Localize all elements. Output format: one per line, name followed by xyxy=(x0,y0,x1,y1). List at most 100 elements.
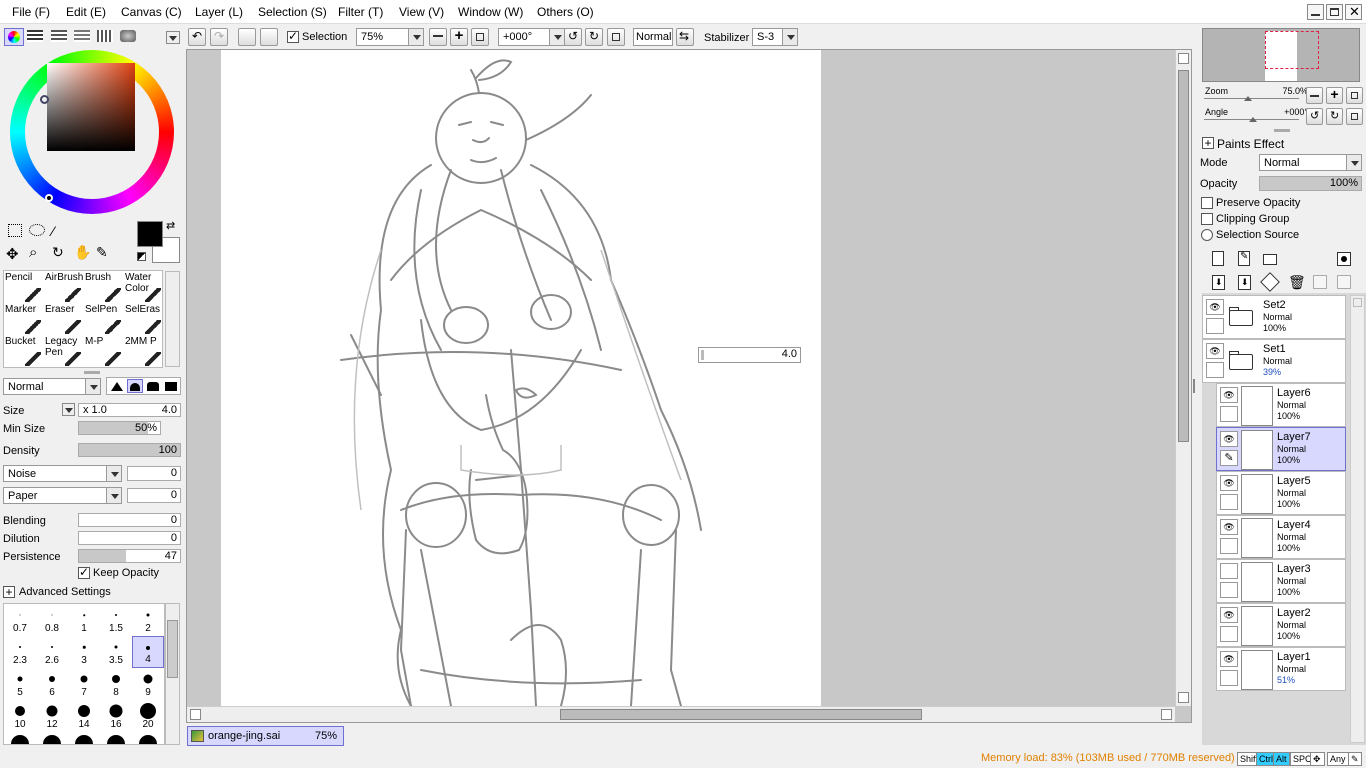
noise-texture-select[interactable]: Noise xyxy=(3,465,122,482)
flip-horizontal-button[interactable]: ⇆ xyxy=(676,28,694,46)
swap-colors-icon[interactable]: ⇄ xyxy=(166,219,175,232)
rgb-slider-mode-button[interactable] xyxy=(27,30,43,42)
color-wheel[interactable] xyxy=(10,50,174,214)
canvas-viewport[interactable]: 4.0 xyxy=(186,49,1192,723)
visibility-eye-icon[interactable]: 👁 xyxy=(1206,343,1224,359)
lasso-tool[interactable] xyxy=(29,224,45,236)
layer-blend-mode-select[interactable]: Normal xyxy=(1259,154,1362,171)
menu-filter[interactable]: Filter (T) xyxy=(338,5,383,19)
brush-size-preset[interactable] xyxy=(132,732,164,744)
nav-angle-slider[interactable] xyxy=(1204,117,1299,122)
delete-layer-icon[interactable]: 🗑 xyxy=(1288,274,1306,291)
brush-size-scrollbar[interactable] xyxy=(165,603,180,745)
visibility-eye-icon[interactable]: 👁 xyxy=(1220,387,1238,403)
layer-lock-toggle[interactable] xyxy=(1220,626,1238,642)
tool-airbrush[interactable]: AirBrush xyxy=(45,272,85,304)
navigator-viewport-rect[interactable] xyxy=(1265,31,1319,69)
scratchpad-mode-button[interactable] xyxy=(97,30,113,42)
size-slider[interactable]: x 1.0 4.0 xyxy=(78,403,181,417)
visibility-eye-icon[interactable]: 👁 xyxy=(1206,299,1224,315)
brush-size-preset[interactable]: 3.5 xyxy=(100,636,132,668)
hue-marker[interactable] xyxy=(40,95,49,104)
menu-file[interactable]: File (F) xyxy=(12,5,50,19)
deselect-button[interactable] xyxy=(238,28,256,46)
close-button[interactable]: ✕ xyxy=(1345,4,1362,20)
canvas-horizontal-scrollbar[interactable] xyxy=(187,706,1175,722)
tool-seleras[interactable]: SelEras xyxy=(125,304,165,336)
layer-folder[interactable]: 👁 Set1 Normal 39% xyxy=(1202,339,1346,383)
tool-m-p[interactable]: M-P xyxy=(85,336,125,368)
brush-size-preset[interactable]: 0.7 xyxy=(4,604,36,636)
minimize-button[interactable] xyxy=(1307,4,1324,20)
paints-effect-expand-icon[interactable]: + xyxy=(1202,137,1214,149)
layer-lock-toggle[interactable] xyxy=(1220,406,1238,422)
brush-size-preset[interactable] xyxy=(68,732,100,744)
magic-wand-tool[interactable]: ⁄ xyxy=(52,223,54,239)
color-wheel-mode-button[interactable] xyxy=(4,28,24,46)
brush-size-preset[interactable]: 14 xyxy=(68,700,100,732)
brush-size-preset[interactable] xyxy=(4,732,36,744)
brush-size-preset[interactable]: 5 xyxy=(4,668,36,700)
brush-size-preset[interactable]: 2 xyxy=(132,604,164,636)
undo-button[interactable]: ↶ xyxy=(188,28,206,46)
brush-shape-sharp-icon[interactable] xyxy=(111,382,123,391)
keep-opacity-checkbox[interactable] xyxy=(78,565,90,579)
canvas-vertical-scrollbar[interactable] xyxy=(1175,50,1191,706)
visibility-eye-icon[interactable]: 👁 xyxy=(1220,519,1238,535)
layer-item[interactable]: Layer3 Normal 100% xyxy=(1216,559,1346,603)
brush-blend-mode-select[interactable]: Normal xyxy=(3,378,101,395)
layer-item[interactable]: 👁 Layer2 Normal 100% xyxy=(1216,603,1346,647)
nav-rotate-left-button[interactable]: ↺ xyxy=(1306,108,1323,125)
visibility-eye-icon[interactable]: 👁 xyxy=(1220,431,1238,447)
tool-brush[interactable]: Brush xyxy=(85,272,125,304)
visibility-eye-icon[interactable] xyxy=(1220,563,1238,579)
min-size-slider[interactable]: 50% xyxy=(78,421,161,435)
brush-size-preset[interactable]: 1.5 xyxy=(100,604,132,636)
canvas-vertical-scroll-thumb[interactable] xyxy=(1178,70,1189,442)
zoom-out-button[interactable] xyxy=(429,28,447,46)
new-linework-layer-icon[interactable]: ✎ xyxy=(1238,251,1250,266)
user-color-mode-button[interactable] xyxy=(120,30,136,42)
nav-splitter[interactable] xyxy=(1274,129,1290,132)
paper-strength-field[interactable]: 0 xyxy=(127,488,181,503)
tool-selpen[interactable]: SelPen xyxy=(85,304,125,336)
brush-size-preset[interactable]: 2.3 xyxy=(4,636,36,668)
rotation-select[interactable]: +000° xyxy=(498,28,565,46)
reset-colors-icon[interactable] xyxy=(137,252,146,261)
color-marker[interactable] xyxy=(45,194,53,202)
move-tool[interactable]: ✥ xyxy=(6,245,19,263)
layer-list-scrollbar[interactable] xyxy=(1350,295,1365,743)
foreground-color-swatch[interactable] xyxy=(137,221,163,247)
brush-shape-square-icon[interactable] xyxy=(165,382,177,391)
density-slider[interactable]: 100 xyxy=(78,443,181,457)
scroll-up-arrow-icon[interactable] xyxy=(1178,53,1189,64)
zoom-reset-button[interactable] xyxy=(471,28,489,46)
noise-strength-field[interactable]: 0 xyxy=(127,466,181,481)
layer-property-icon[interactable] xyxy=(1313,275,1327,289)
nav-zoom-out-button[interactable] xyxy=(1306,87,1323,104)
tool-legacy-pen[interactable]: Legacy Pen xyxy=(45,336,85,368)
rotate-tool[interactable]: ↻ xyxy=(52,244,64,261)
paper-texture-select[interactable]: Paper xyxy=(3,487,122,504)
scroll-down-arrow-icon[interactable] xyxy=(1178,692,1189,703)
size-multiplier-dropdown[interactable] xyxy=(62,403,75,416)
brush-size-preset[interactable]: 3 xyxy=(68,636,100,668)
menu-others[interactable]: Others (O) xyxy=(537,5,594,19)
visibility-eye-icon[interactable]: 👁 xyxy=(1220,475,1238,491)
brush-size-preset[interactable]: 8 xyxy=(100,668,132,700)
transfer-down-icon[interactable]: ⬇ xyxy=(1212,275,1225,290)
layer-item[interactable]: 👁 ✎ Layer7 Normal 100% xyxy=(1216,427,1346,471)
merge-visible-icon[interactable] xyxy=(1337,275,1351,289)
scroll-left-arrow-icon[interactable] xyxy=(190,709,201,720)
scroll-right-arrow-icon[interactable] xyxy=(1161,709,1172,720)
dilution-slider[interactable]: 0 xyxy=(78,531,181,545)
swatch-mode-button[interactable] xyxy=(74,30,90,42)
brush-size-preset[interactable]: 2.6 xyxy=(36,636,68,668)
clipping-group-checkbox[interactable] xyxy=(1201,213,1213,225)
layer-lock-toggle[interactable] xyxy=(1206,362,1224,378)
brush-size-preset[interactable]: 4 xyxy=(132,636,164,668)
panel-splitter[interactable] xyxy=(84,371,100,374)
expand-plus-icon[interactable]: + xyxy=(3,586,15,598)
canvas-blend-mode-select[interactable]: Normal xyxy=(633,28,673,46)
tool-water-color[interactable]: Water Color xyxy=(125,272,165,304)
